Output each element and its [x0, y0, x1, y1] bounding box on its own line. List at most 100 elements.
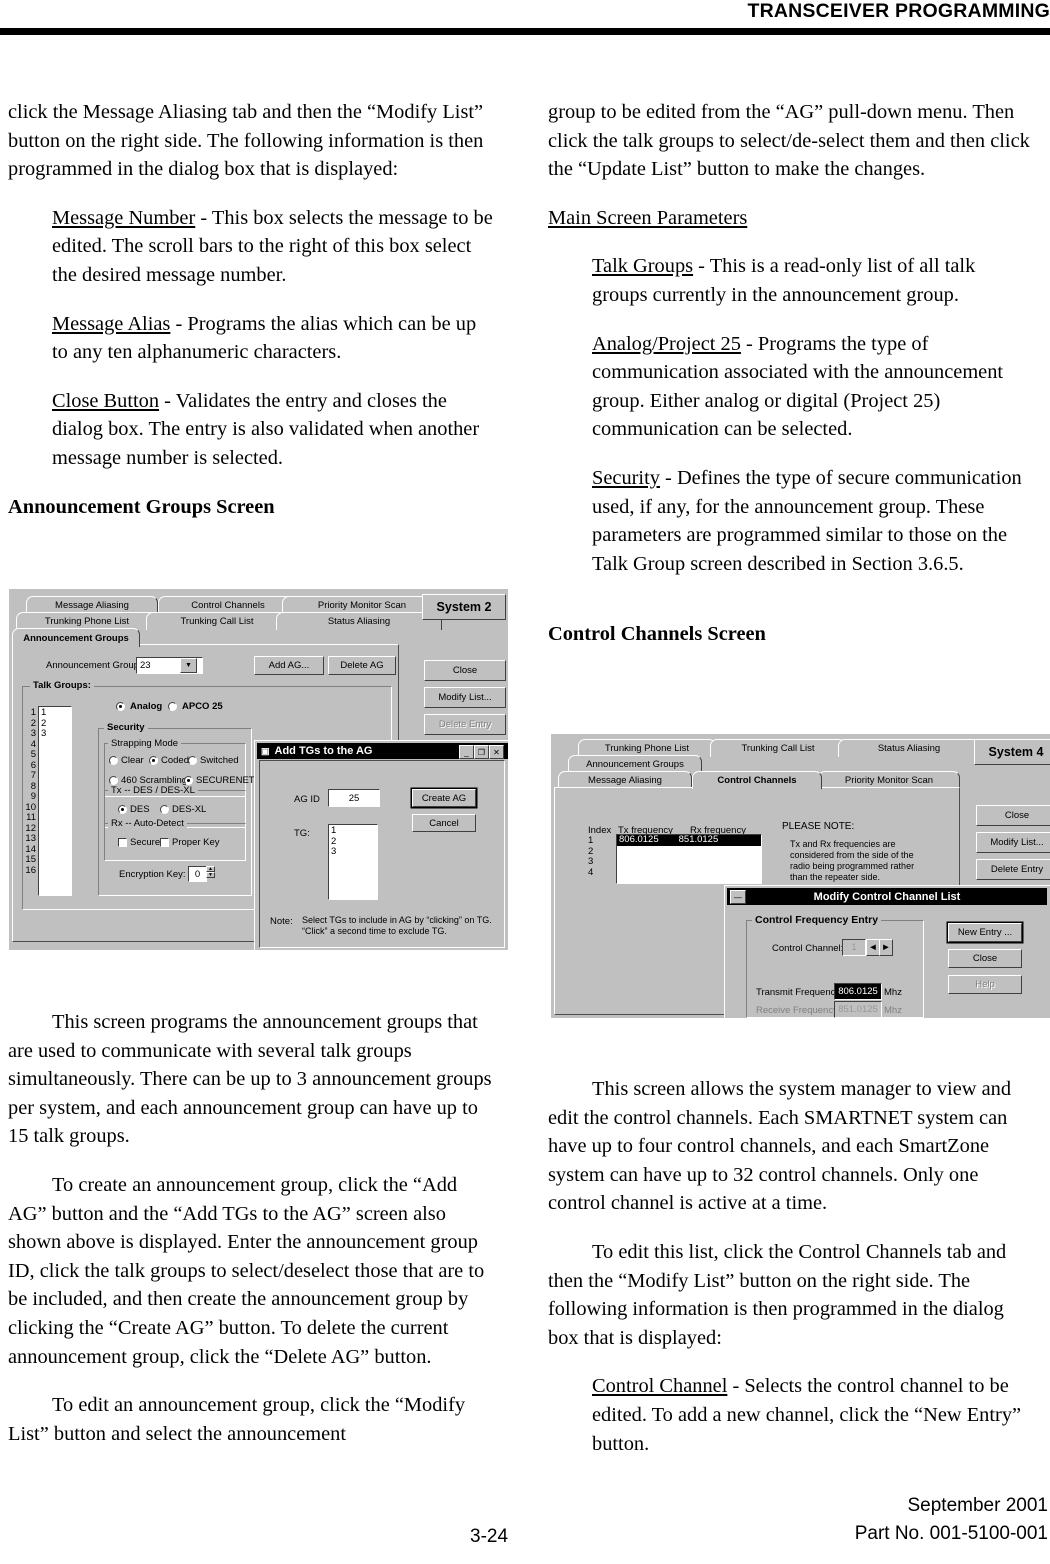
param-control-channel: Control Channel - Selects the control ch…: [548, 1372, 1035, 1458]
encryption-key-spinner[interactable]: ▲ ▼: [206, 866, 215, 878]
maximize-icon[interactable]: ❐: [474, 745, 489, 759]
create-ag-button[interactable]: Create AG: [412, 789, 476, 807]
tab-trunking-call-list[interactable]: Trunking Call List: [146, 612, 288, 630]
tab-announcement-groups[interactable]: Announcement Groups: [568, 755, 702, 772]
close-button[interactable]: Close: [424, 660, 506, 681]
tab-trunking-call-list[interactable]: Trunking Call List: [710, 739, 846, 757]
mccl-dialog-titlebar: Modify Control Channel List: [727, 888, 1047, 905]
security-label: Security: [104, 722, 148, 733]
cancel-button[interactable]: Cancel: [412, 814, 476, 832]
figure-announcement-groups-screen: Message Aliasing Control Channels Priori…: [8, 588, 508, 950]
spinner-down-icon[interactable]: ▼: [206, 872, 215, 878]
note-line-1: Tx and Rx frequencies are: [790, 839, 896, 849]
checkbox-proper-key-label: Proper Key: [172, 837, 220, 848]
encryption-key-field[interactable]: 0: [188, 866, 207, 882]
delete-entry-button[interactable]: Delete Entry: [976, 859, 1050, 880]
note-line-1: Select TGs to include in AG by “clicking…: [302, 915, 492, 925]
radio-apco-25[interactable]: [168, 702, 177, 711]
control-channel-field[interactable]: 1: [842, 939, 866, 956]
talk-groups-label: Talk Groups:: [30, 680, 94, 691]
table-row[interactable]: 806.0125 851.0125: [617, 835, 761, 846]
radio-460-scrambling[interactable]: [109, 776, 118, 785]
right-para-1: This screen allows the system manager to…: [548, 1078, 1012, 1215]
cc-index-column: 1234: [588, 835, 594, 878]
left-para-3: To edit an announcement group, click the…: [8, 1394, 466, 1445]
main-screen-parameters-text: Main Screen Parameters: [548, 206, 748, 229]
param-talk-groups: Talk Groups - This is a read-only list o…: [548, 252, 1035, 309]
tg-label: TG:: [294, 828, 310, 839]
page-header: TRANSCEIVER PROGRAMMING: [747, 0, 1050, 22]
left-para-2: To create an announcement group, click t…: [8, 1173, 485, 1368]
tab-status-aliasing[interactable]: Status Aliasing: [276, 612, 442, 630]
minimize-icon[interactable]: —: [730, 890, 746, 904]
note-line-2: considered from the side of the: [790, 850, 914, 860]
radio-clear[interactable]: [109, 756, 118, 765]
close-icon[interactable]: ✕: [489, 745, 504, 759]
tab-announcement-groups[interactable]: Announcement Groups: [12, 628, 140, 647]
control-channels-screen-heading: Control Channels Screen: [548, 623, 766, 646]
tab-control-channels[interactable]: Control Channels: [692, 771, 822, 789]
talk-groups-listbox[interactable]: 123: [38, 706, 72, 896]
radio-des[interactable]: [118, 805, 127, 814]
radio-des-xl[interactable]: [160, 805, 169, 814]
param-term: Security: [592, 466, 660, 489]
transmit-unit-label: Mhz: [884, 987, 902, 998]
decrement-channel-icon[interactable]: ◄: [866, 939, 880, 956]
receive-unit-label: Mhz: [884, 1005, 902, 1016]
note-line-2: “Click” a second time to exclude TG.: [302, 926, 447, 936]
radio-analog-label: Analog: [130, 701, 163, 712]
right-column-continued: This screen allows the system manager to…: [548, 1075, 1035, 1478]
param-analog-project-25: Analog/Project 25 - Programs the type of…: [548, 330, 1035, 444]
note-label: Note:: [270, 916, 293, 927]
footer-part-no: Part No. 001-5100-001: [854, 1523, 1048, 1544]
strapping-mode-label: Strapping Mode: [108, 738, 182, 749]
radio-coded[interactable]: [149, 756, 158, 765]
radio-clear-label: Clear: [121, 755, 144, 766]
radio-des-xl-label: DES-XL: [172, 804, 207, 815]
checkbox-proper-key[interactable]: [160, 838, 169, 847]
transmit-frequency-label: Transmit Frequency: [756, 987, 841, 998]
param-message-alias: Message Alias - Programs the alias which…: [8, 310, 495, 367]
control-frequency-entry-label: Control Frequency Entry: [752, 914, 882, 926]
add-ag-button[interactable]: Add AG...: [254, 656, 324, 675]
tab-status-aliasing[interactable]: Status Aliasing: [838, 739, 980, 757]
new-entry-button[interactable]: New Entry ...: [948, 923, 1022, 942]
window-icon: ▣: [261, 745, 270, 756]
increment-channel-icon[interactable]: ►: [879, 939, 893, 956]
row-tx-value: 806.0125: [619, 834, 659, 846]
receive-frequency-field: 851.0125: [834, 1001, 882, 1018]
system-label: System 4: [974, 739, 1050, 765]
encryption-key-label: Encryption Key:: [119, 869, 186, 880]
control-channel-label: Control Channel:: [772, 943, 844, 954]
tg-listbox[interactable]: 123: [328, 824, 378, 900]
checkbox-secure-label: Secure: [130, 837, 161, 848]
radio-securenet[interactable]: [184, 776, 193, 785]
close-button[interactable]: Close: [976, 805, 1050, 826]
close-button[interactable]: Close: [948, 949, 1022, 968]
left-para-1: This screen programs the announcement gr…: [8, 1011, 492, 1148]
ag-id-field[interactable]: 25: [328, 789, 380, 807]
page-number: 3-24: [470, 1526, 509, 1547]
delete-ag-button[interactable]: Delete AG: [328, 656, 396, 675]
control-channels-listbox[interactable]: 806.0125 851.0125: [616, 834, 762, 884]
param-close-button: Close Button - Validates the entry and c…: [8, 387, 495, 473]
modify-list-button[interactable]: Modify List...: [424, 687, 506, 708]
param-term: Close Button: [52, 389, 160, 412]
radio-switched[interactable]: [188, 756, 197, 765]
radio-des-label: DES: [130, 804, 150, 815]
param-term: Talk Groups: [592, 255, 694, 278]
right-continuation-paragraph: group to be edited from the “AG” pull-do…: [548, 101, 1030, 181]
footer-date: September 2001: [907, 1495, 1049, 1516]
modify-list-button[interactable]: Modify List...: [976, 832, 1050, 853]
chevron-down-icon[interactable]: ▼: [180, 658, 197, 673]
radio-coded-label: Coded: [161, 755, 189, 766]
transmit-frequency-field[interactable]: 806.0125: [834, 983, 882, 1000]
please-note-body: Tx and Rx frequencies are considered fro…: [790, 839, 914, 883]
please-note-title: PLEASE NOTE:: [782, 821, 855, 832]
radio-analog[interactable]: [116, 702, 125, 711]
mccl-dialog-title: Modify Control Channel List: [813, 890, 961, 903]
minimize-icon[interactable]: _: [459, 745, 474, 759]
talk-group-index-column: 1 2 3 4 5 6 7 8 9 10 11 12 13 14 15 16: [25, 707, 36, 876]
tx-des-label: Tx -- DES / DES-XL: [108, 785, 198, 796]
checkbox-secure[interactable]: [118, 838, 127, 847]
